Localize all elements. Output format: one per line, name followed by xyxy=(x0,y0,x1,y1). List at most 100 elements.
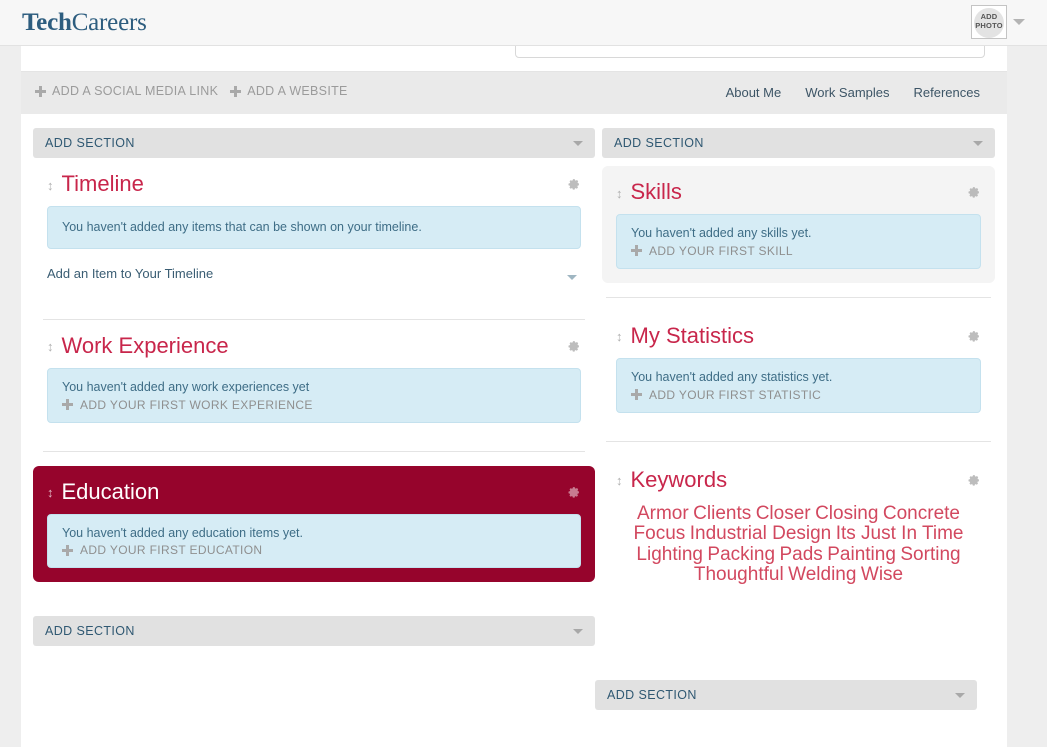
logo-bold-part: Tech xyxy=(22,9,72,36)
section-education[interactable]: ↕ Education You haven't added any educat… xyxy=(33,465,595,583)
add-section-right-bottom[interactable]: ADD SECTION xyxy=(595,680,977,710)
keyword-tag[interactable]: Focus xyxy=(634,523,686,544)
right-column: ADD SECTION ↕ Skills You haven't added a… xyxy=(602,128,995,600)
add-first-work-experience-label: ADD YOUR FIRST WORK EXPERIENCE xyxy=(80,397,313,412)
add-photo-line2: PHOTO xyxy=(975,21,1003,30)
drag-handle-icon[interactable]: ↕ xyxy=(47,179,54,192)
section-divider xyxy=(43,450,585,452)
chevron-down-icon xyxy=(973,141,983,146)
keyword-tag[interactable]: Lighting xyxy=(636,544,703,565)
plus-icon xyxy=(62,399,73,410)
add-first-skill-label: ADD YOUR FIRST SKILL xyxy=(649,243,793,258)
keyword-tag[interactable]: Pads xyxy=(779,544,822,565)
section-title-skills: Skills xyxy=(630,179,682,204)
section-title-timeline: Timeline xyxy=(61,171,144,196)
add-first-work-experience-button[interactable]: ADD YOUR FIRST WORK EXPERIENCE xyxy=(62,398,566,412)
keyword-tag[interactable]: Concrete xyxy=(883,503,960,524)
keyword-tag[interactable]: Painting xyxy=(827,544,896,565)
app-logo[interactable]: TechCareers xyxy=(22,9,147,37)
add-social-media-link-button[interactable]: ADD A SOCIAL MEDIA LINK xyxy=(35,84,218,98)
gear-icon[interactable] xyxy=(566,176,581,191)
keyword-tag[interactable]: Packing xyxy=(707,544,775,565)
chevron-down-icon xyxy=(955,693,965,698)
add-section-left-bottom[interactable]: ADD SECTION xyxy=(33,616,595,647)
links-strip: ADD A SOCIAL MEDIA LINK ADD A WEBSITE Ab… xyxy=(21,71,1007,114)
timeline-empty-message: You haven't added any items that can be … xyxy=(62,220,422,234)
keyword-tag[interactable]: Closing xyxy=(815,503,878,524)
keyword-tag[interactable]: Thoughtful xyxy=(694,564,784,585)
add-photo-button[interactable]: ADD PHOTO xyxy=(971,5,1007,39)
add-section-label: ADD SECTION xyxy=(607,688,697,702)
plus-icon xyxy=(631,389,642,400)
profile-content-card: ADD A SOCIAL MEDIA LINK ADD A WEBSITE Ab… xyxy=(21,36,1007,747)
add-section-right-top[interactable]: ADD SECTION xyxy=(602,128,995,158)
gear-icon[interactable] xyxy=(966,184,981,199)
work-experience-empty-box: You haven't added any work experiences y… xyxy=(47,367,581,423)
add-first-education-label: ADD YOUR FIRST EDUCATION xyxy=(80,543,263,558)
education-empty-box: You haven't added any education items ye… xyxy=(47,513,581,569)
add-social-media-link-label: ADD A SOCIAL MEDIA LINK xyxy=(52,84,219,98)
keyword-tag[interactable]: Sorting xyxy=(900,544,960,565)
gear-icon[interactable] xyxy=(966,328,981,343)
section-divider xyxy=(606,440,991,442)
drag-handle-icon[interactable]: ↕ xyxy=(47,340,54,353)
right-bottom-card: ADD SECTION xyxy=(581,670,986,730)
links-left-group: ADD A SOCIAL MEDIA LINK ADD A WEBSITE xyxy=(35,84,348,98)
keyword-cloud: Armor Clients Closer Closing Concrete Fo… xyxy=(616,503,981,586)
add-timeline-item-dropdown[interactable]: Add an Item to Your Timeline xyxy=(47,265,581,291)
add-website-button[interactable]: ADD A WEBSITE xyxy=(230,84,347,98)
keyword-tag[interactable]: Armor xyxy=(637,503,689,524)
drag-handle-icon[interactable]: ↕ xyxy=(616,330,623,343)
drag-handle-icon[interactable]: ↕ xyxy=(616,187,623,200)
section-work-experience[interactable]: ↕ Work Experience You haven't added any … xyxy=(33,320,595,437)
section-skills[interactable]: ↕ Skills You haven't added any skills ye… xyxy=(602,166,995,283)
skills-empty-box: You haven't added any skills yet. ADD YO… xyxy=(616,214,981,269)
keyword-tag[interactable]: Wise xyxy=(861,564,903,585)
add-first-statistic-label: ADD YOUR FIRST STATISTIC xyxy=(649,387,822,402)
add-section-left-top[interactable]: ADD SECTION xyxy=(33,128,595,158)
section-timeline[interactable]: ↕ Timeline You haven't added any items t… xyxy=(33,158,595,305)
section-header: ↕ Keywords xyxy=(616,464,981,496)
section-header: ↕ Skills xyxy=(616,176,981,208)
chevron-down-icon xyxy=(573,141,583,146)
chevron-down-icon[interactable] xyxy=(1013,19,1025,25)
drag-handle-icon[interactable]: ↕ xyxy=(47,486,54,499)
section-title-work-experience: Work Experience xyxy=(61,332,229,358)
keyword-tag[interactable]: Closer xyxy=(756,503,811,524)
section-title-statistics: My Statistics xyxy=(630,322,754,348)
section-header: ↕ Timeline xyxy=(47,168,581,200)
nav-link-references[interactable]: References xyxy=(914,85,980,100)
section-header: ↕ My Statistics xyxy=(616,320,981,352)
add-website-label: ADD A WEBSITE xyxy=(247,84,348,98)
keyword-tag[interactable]: Clients xyxy=(693,503,751,524)
section-title-education: Education xyxy=(61,478,160,504)
section-header: ↕ Education xyxy=(47,476,581,508)
logo-regular-part: Careers xyxy=(71,9,147,36)
chevron-down-icon xyxy=(567,274,577,280)
drag-handle-icon[interactable]: ↕ xyxy=(616,474,623,487)
section-statistics[interactable]: ↕ My Statistics You haven't added any st… xyxy=(602,310,995,427)
education-empty-message: You haven't added any education items ye… xyxy=(62,525,303,540)
add-first-statistic-button[interactable]: ADD YOUR FIRST STATISTIC xyxy=(631,388,966,402)
add-section-label: ADD SECTION xyxy=(614,136,704,150)
work-experience-empty-message: You haven't added any work experiences y… xyxy=(62,379,310,394)
chevron-down-icon xyxy=(573,629,583,635)
add-section-label: ADD SECTION xyxy=(45,136,135,150)
add-first-education-button[interactable]: ADD YOUR FIRST EDUCATION xyxy=(62,543,566,557)
left-column: ADD SECTION ↕ Timeline You haven't added… xyxy=(33,128,595,647)
keyword-tag[interactable]: Industrial Design xyxy=(690,523,832,544)
keyword-tag[interactable]: Welding xyxy=(788,564,856,585)
plus-icon xyxy=(631,245,642,257)
nav-link-about-me[interactable]: About Me xyxy=(726,85,782,100)
add-timeline-item-label: Add an Item to Your Timeline xyxy=(47,265,214,281)
gear-icon[interactable] xyxy=(566,484,581,499)
section-keywords[interactable]: ↕ Keywords Armor Clients Closer Closing … xyxy=(602,454,995,600)
gear-icon[interactable] xyxy=(966,472,981,487)
keyword-tag[interactable]: Its Just In Time xyxy=(836,523,964,544)
gear-icon[interactable] xyxy=(566,338,581,353)
statistics-empty-box: You haven't added any statistics yet. AD… xyxy=(616,357,981,413)
section-title-keywords: Keywords xyxy=(630,466,728,492)
nav-link-work-samples[interactable]: Work Samples xyxy=(805,85,889,100)
add-first-skill-button[interactable]: ADD YOUR FIRST SKILL xyxy=(631,244,966,258)
statistics-empty-message: You haven't added any statistics yet. xyxy=(631,369,833,384)
